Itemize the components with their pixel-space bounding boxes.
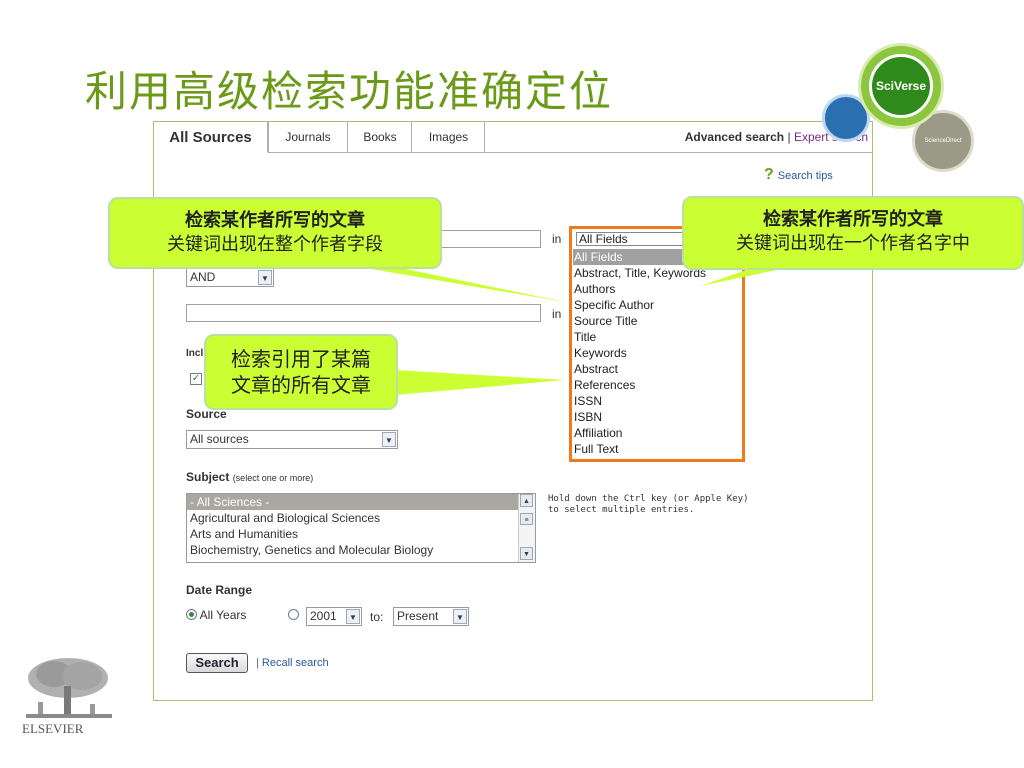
- callout-middle-line2: 文章的所有文章: [231, 373, 371, 397]
- callout-references: 检索引用了某篇 文章的所有文章: [204, 334, 398, 410]
- callout-right-line2: 关键词出现在一个作者名字中: [736, 233, 970, 254]
- callout-right-line1: 检索某作者所写的文章: [763, 209, 943, 230]
- callout-left-line1: 检索某作者所写的文章: [185, 210, 365, 231]
- callout-specific-author: 检索某作者所写的文章 关键词出现在一个作者名字中: [682, 196, 1024, 270]
- callout-authors-field: 检索某作者所写的文章 关键词出现在整个作者字段: [108, 197, 442, 269]
- callout-middle-line1: 检索引用了某篇: [231, 347, 371, 371]
- callout-middle-pointer: [395, 370, 565, 395]
- callout-left-line2: 关键词出现在整个作者字段: [167, 234, 383, 255]
- callout-pointers: [330, 262, 815, 395]
